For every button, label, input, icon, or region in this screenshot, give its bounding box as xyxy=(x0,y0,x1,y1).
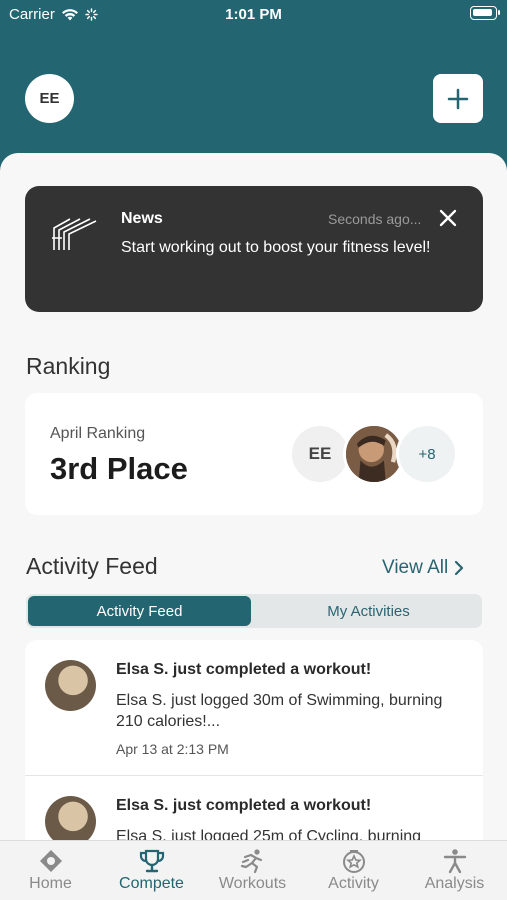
activity-feed-list: Elsa S. just completed a workout! Elsa S… xyxy=(25,640,483,853)
news-banner[interactable]: News Seconds ago... Start working out to… xyxy=(25,186,483,312)
feed-segmented-control: Activity Feed My Activities xyxy=(26,594,482,628)
main-sheet: News Seconds ago... Start working out to… xyxy=(0,153,507,853)
chevron-right-icon xyxy=(455,560,464,576)
person-photo-icon xyxy=(346,426,402,482)
battery-icon xyxy=(470,6,500,20)
trophy-icon xyxy=(139,849,164,873)
tab-my-activities[interactable]: My Activities xyxy=(257,596,480,626)
news-logo-icon xyxy=(52,218,97,250)
view-all-link[interactable]: View All xyxy=(382,557,464,579)
status-bar: Carrier 1:01 PM xyxy=(0,0,507,28)
status-time: 1:01 PM xyxy=(225,6,282,23)
profile-avatar[interactable]: EE xyxy=(25,74,74,123)
person-icon xyxy=(443,849,466,874)
tab-analysis[interactable]: Analysis xyxy=(404,847,505,893)
list-item[interactable]: Elsa S. just completed a workout! Elsa S… xyxy=(25,640,483,776)
runner-icon xyxy=(240,849,262,874)
ranking-place: 3rd Place xyxy=(50,451,188,486)
tab-home-label: Home xyxy=(29,875,72,892)
view-all-label: View All xyxy=(382,557,449,578)
news-title: News xyxy=(121,210,163,227)
tab-analysis-label: Analysis xyxy=(424,875,485,892)
tab-compete[interactable]: Compete xyxy=(101,847,202,893)
feed-item-title: Elsa S. just completed a workout! xyxy=(116,661,372,678)
ranking-avatar-initials: EE xyxy=(289,423,351,485)
add-button[interactable] xyxy=(433,74,483,123)
plus-icon xyxy=(447,88,469,109)
tab-home[interactable]: Home xyxy=(0,847,101,893)
activity-feed-heading: Activity Feed xyxy=(26,553,158,579)
tab-activity-feed[interactable]: Activity Feed xyxy=(28,596,251,626)
tab-activity-label: Activity xyxy=(328,875,379,892)
tab-compete-label: Compete xyxy=(119,875,184,892)
tab-workouts[interactable]: Workouts xyxy=(202,847,303,893)
news-message: Start working out to boost your fitness … xyxy=(121,239,431,256)
tab-bar: Home Compete Workouts Activity Analysis xyxy=(0,840,507,900)
ranking-heading: Ranking xyxy=(26,353,111,379)
ranking-period-label: April Ranking xyxy=(50,425,146,442)
feed-item-title: Elsa S. just completed a workout! xyxy=(116,797,372,814)
feed-item-date: Apr 13 at 2:13 PM xyxy=(116,741,229,757)
close-icon[interactable] xyxy=(438,208,458,228)
ranking-card[interactable]: April Ranking 3rd Place EE +8 xyxy=(25,393,483,515)
news-time: Seconds ago... xyxy=(328,211,422,227)
tab-workouts-label: Workouts xyxy=(218,875,287,892)
home-icon xyxy=(39,850,62,872)
feed-item-body: Elsa S. just logged 30m of Swimming, bur… xyxy=(116,692,443,730)
avatar xyxy=(45,660,96,711)
activity-badge-icon xyxy=(342,850,365,873)
tab-activity[interactable]: Activity xyxy=(303,847,404,893)
ranking-more-count[interactable]: +8 xyxy=(396,423,458,485)
